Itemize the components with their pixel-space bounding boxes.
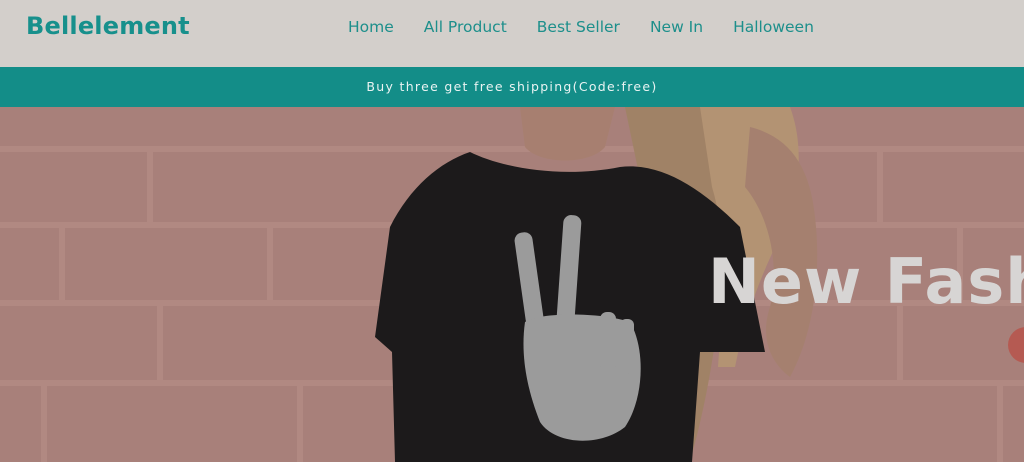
brand-logo[interactable]: Bellelement [26, 12, 190, 40]
site-header: Bellelement Home All Product Best Seller… [0, 0, 1024, 67]
promo-banner[interactable]: Buy three get free shipping(Code:free) [0, 67, 1024, 107]
nav-item-home[interactable]: Home [348, 18, 394, 36]
nav-item-new-in[interactable]: New In [650, 18, 703, 36]
main-nav: Home All Product Best Seller New In Hall… [348, 18, 844, 36]
nav-item-best-seller[interactable]: Best Seller [537, 18, 620, 36]
hero-title: New Fash [708, 245, 1024, 318]
nav-item-all-product[interactable]: All Product [424, 18, 507, 36]
hero-banner[interactable]: New Fash [0, 107, 1024, 462]
nav-item-halloween[interactable]: Halloween [733, 18, 814, 36]
